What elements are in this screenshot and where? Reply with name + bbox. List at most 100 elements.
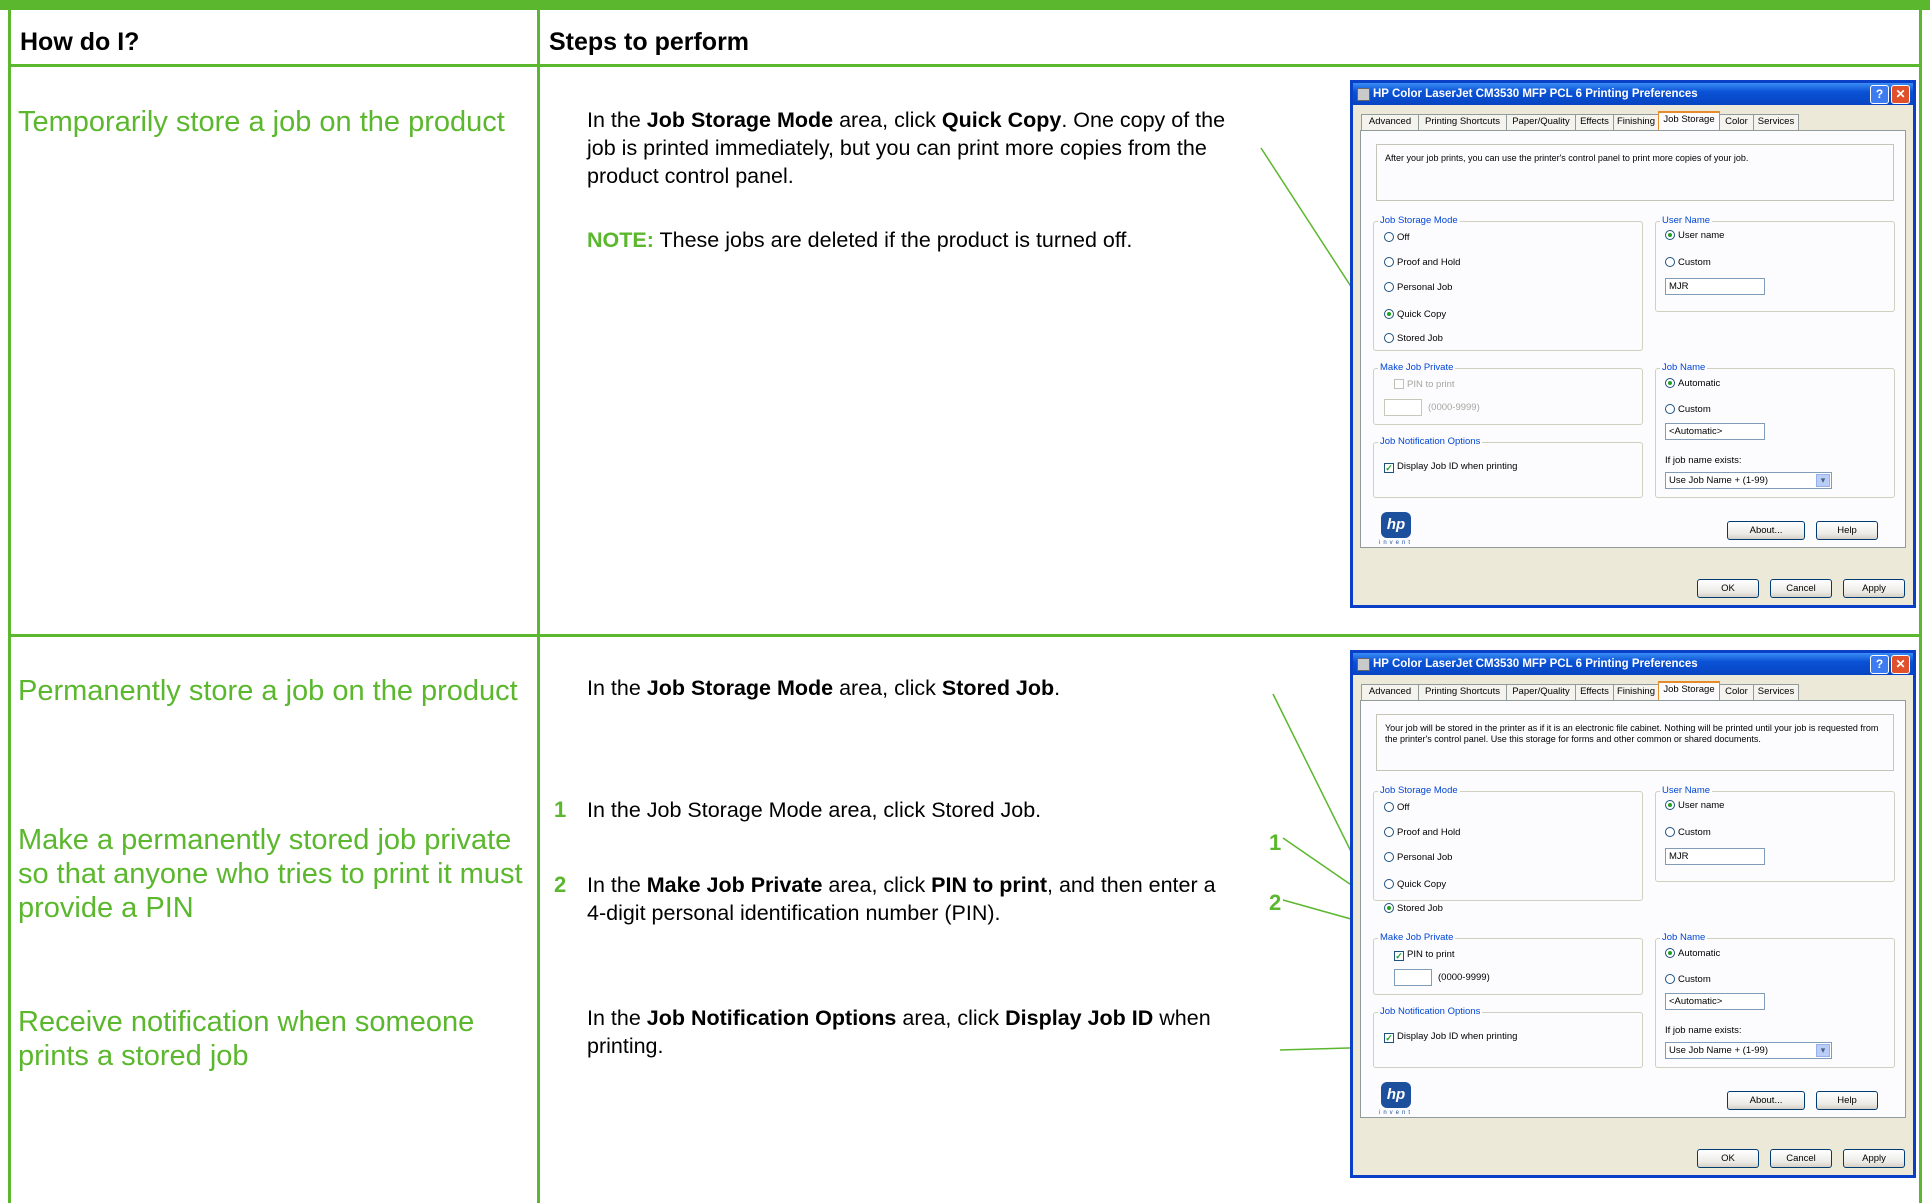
mode-personal-job-option[interactable]: Personal Job	[1384, 282, 1452, 294]
user-custom-option[interactable]: Custom	[1665, 827, 1711, 839]
tab-paper-quality[interactable]: Paper/Quality	[1506, 684, 1576, 700]
tab-effects[interactable]: Effects	[1575, 684, 1614, 700]
pin-field[interactable]	[1384, 399, 1422, 416]
close-icon[interactable]: ✕	[1891, 655, 1910, 674]
job-name-field[interactable]: <Automatic>	[1665, 423, 1765, 440]
checkbox-icon	[1394, 379, 1404, 389]
pin-range-label: (0000-9999)	[1438, 972, 1490, 983]
mode-stored-job-option[interactable]: Stored Job	[1384, 333, 1443, 345]
tab-finishing[interactable]: Finishing	[1613, 114, 1659, 130]
tab-job-storage[interactable]: Job Storage	[1658, 111, 1720, 132]
user-name-field[interactable]: MJR	[1665, 848, 1765, 865]
user-name-group: User Name User name Custom MJR	[1655, 785, 1895, 882]
tab-job-storage[interactable]: Job Storage	[1658, 681, 1720, 702]
printing-preferences-dialog-1: HP Color LaserJet CM3530 MFP PCL 6 Print…	[1350, 80, 1916, 608]
job-notification-group: Job Notification Options ✓ Display Job ID…	[1373, 1006, 1643, 1068]
if-exists-select[interactable]: Use Job Name + (1-99) ▾	[1665, 1042, 1832, 1059]
row-divider	[8, 634, 1922, 637]
user-custom-option[interactable]: Custom	[1665, 257, 1711, 269]
radio-icon	[1384, 232, 1394, 242]
pin-field[interactable]	[1394, 969, 1432, 986]
document-page: How do I? Steps to perform Temporarily s…	[0, 0, 1930, 1203]
make-job-private-group: Make Job Private PIN to print (0000-9999…	[1373, 362, 1643, 425]
job-storage-panel: Your job will be stored in the printer a…	[1360, 700, 1906, 1118]
tab-services[interactable]: Services	[1753, 114, 1799, 130]
job-notification-group: Job Notification Options ✓ Display Job ID…	[1373, 436, 1643, 498]
help-button[interactable]: Help	[1816, 1091, 1878, 1110]
callout-2: 2	[1269, 890, 1282, 915]
help-icon[interactable]: ?	[1870, 85, 1889, 104]
mode-proof-hold-option[interactable]: Proof and Hold	[1384, 827, 1460, 839]
mode-personal-job-option[interactable]: Personal Job	[1384, 852, 1452, 864]
radio-icon	[1384, 282, 1394, 292]
dialog-titlebar: HP Color LaserJet CM3530 MFP PCL 6 Print…	[1353, 83, 1913, 105]
radio-icon	[1384, 879, 1394, 889]
job-name-field[interactable]: <Automatic>	[1665, 993, 1765, 1010]
mode-stored-job-option[interactable]: Stored Job	[1384, 903, 1443, 915]
task-permanent-store: Permanently store a job on the product	[18, 675, 518, 707]
apply-button[interactable]: Apply	[1843, 1149, 1905, 1168]
mode-quick-copy-option[interactable]: Quick Copy	[1384, 309, 1446, 321]
tab-advanced[interactable]: Advanced	[1361, 684, 1419, 700]
job-name-label: Job Name	[1660, 932, 1708, 943]
job-name-custom-option[interactable]: Custom	[1665, 974, 1711, 986]
cancel-button[interactable]: Cancel	[1770, 1149, 1832, 1168]
step-notification: In the Job Notification Options area, cl…	[587, 1006, 1211, 1058]
tab-color[interactable]: Color	[1719, 684, 1754, 700]
job-storage-mode-label: Job Storage Mode	[1378, 215, 1460, 226]
if-exists-select[interactable]: Use Job Name + (1-99) ▾	[1665, 472, 1832, 489]
user-name-field[interactable]: MJR	[1665, 278, 1765, 295]
ok-button[interactable]: OK	[1697, 1149, 1759, 1168]
ok-button[interactable]: OK	[1697, 579, 1759, 598]
about-button[interactable]: About...	[1727, 521, 1805, 540]
tab-advanced[interactable]: Advanced	[1361, 114, 1419, 130]
job-name-automatic-option[interactable]: Automatic	[1665, 378, 1720, 390]
mode-quick-copy-option[interactable]: Quick Copy	[1384, 879, 1446, 891]
pin-to-print-checkbox[interactable]: PIN to print	[1394, 379, 1455, 391]
mode-off-option[interactable]: Off	[1384, 232, 1410, 244]
tab-services[interactable]: Services	[1753, 684, 1799, 700]
radio-icon	[1384, 827, 1394, 837]
radio-icon	[1665, 257, 1675, 267]
cancel-button[interactable]: Cancel	[1770, 579, 1832, 598]
mode-description: After your job prints, you can use the p…	[1376, 144, 1894, 201]
mode-proof-hold-option[interactable]: Proof and Hold	[1384, 257, 1460, 269]
user-name-option[interactable]: User name	[1665, 230, 1724, 242]
display-job-id-checkbox[interactable]: ✓ Display Job ID when printing	[1384, 1031, 1517, 1043]
help-icon[interactable]: ?	[1870, 655, 1889, 674]
step-number-2: 2	[554, 872, 567, 897]
header-rule	[8, 64, 1922, 67]
note-label: NOTE:	[587, 228, 654, 252]
tab-color[interactable]: Color	[1719, 114, 1754, 130]
tab-printing-shortcuts[interactable]: Printing Shortcuts	[1418, 114, 1507, 130]
radio-selected-icon	[1384, 309, 1394, 319]
job-storage-mode-group: Job Storage Mode Off Proof and Hold Pers…	[1373, 785, 1643, 914]
job-name-automatic-option[interactable]: Automatic	[1665, 948, 1720, 960]
tab-paper-quality[interactable]: Paper/Quality	[1506, 114, 1576, 130]
apply-button[interactable]: Apply	[1843, 579, 1905, 598]
dialog-titlebar: HP Color LaserJet CM3530 MFP PCL 6 Print…	[1353, 653, 1913, 675]
tab-effects[interactable]: Effects	[1575, 114, 1614, 130]
job-name-group: Job Name Automatic Custom <Automatic> If…	[1655, 932, 1895, 1068]
job-name-custom-option[interactable]: Custom	[1665, 404, 1711, 416]
checkmark-icon: ✓	[1394, 951, 1404, 961]
pin-range-label: (0000-9999)	[1428, 402, 1480, 413]
mode-off-option[interactable]: Off	[1384, 802, 1410, 814]
tab-finishing[interactable]: Finishing	[1613, 684, 1659, 700]
pin-to-print-checkbox[interactable]: ✓ PIN to print	[1394, 949, 1455, 961]
step-quick-copy: In the Job Storage Mode area, click Quic…	[587, 108, 1226, 188]
display-job-id-checkbox[interactable]: ✓ Display Job ID when printing	[1384, 461, 1517, 473]
radio-selected-icon	[1665, 800, 1675, 810]
about-button[interactable]: About...	[1727, 1091, 1805, 1110]
printer-icon	[1357, 88, 1370, 101]
hp-logo: hp invent	[1375, 512, 1417, 550]
close-icon[interactable]: ✕	[1891, 85, 1910, 104]
tab-printing-shortcuts[interactable]: Printing Shortcuts	[1418, 684, 1507, 700]
help-button[interactable]: Help	[1816, 521, 1878, 540]
checkmark-icon: ✓	[1384, 463, 1394, 473]
note-text: NOTE: These jobs are deleted if the prod…	[587, 228, 1133, 252]
chevron-down-icon: ▾	[1816, 1044, 1830, 1057]
user-name-option[interactable]: User name	[1665, 800, 1724, 812]
radio-icon	[1665, 404, 1675, 414]
user-name-group-label: User Name	[1660, 785, 1713, 796]
